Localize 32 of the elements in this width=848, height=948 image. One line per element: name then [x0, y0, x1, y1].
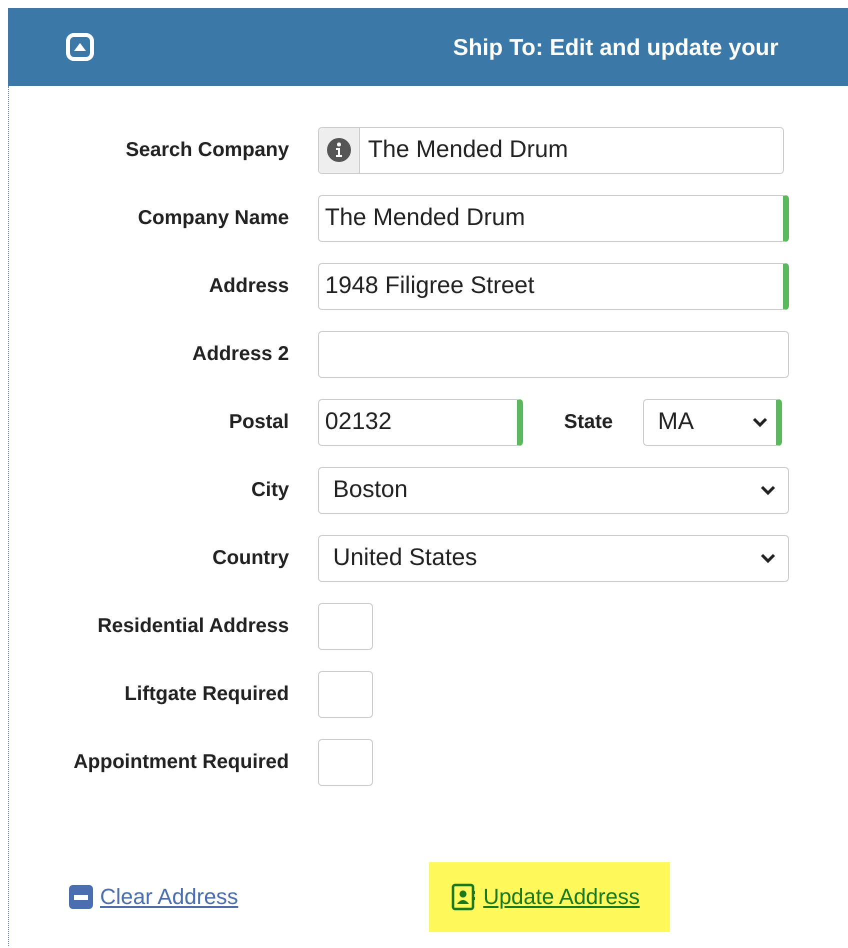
collapse-icon[interactable] [65, 32, 95, 62]
field-label: Company Name [136, 206, 289, 230]
field-label: State [564, 410, 613, 434]
field-label: Address 2 [191, 342, 289, 366]
link[interactable]: Update Address [429, 862, 670, 932]
chevron-icon [752, 416, 768, 428]
checkbox[interactable] [318, 602, 373, 650]
checkbox[interactable] [318, 670, 373, 718]
input-field[interactable] [318, 330, 789, 378]
field-label: Liftgate Required [124, 682, 289, 706]
minus-icon [68, 884, 94, 910]
panel-title: Ship To: Edit and update your [453, 34, 778, 60]
contact-card-icon [451, 883, 478, 911]
chevron-icon [760, 484, 776, 496]
info-icon [326, 137, 352, 163]
input-field[interactable]: The Mended Drum [318, 194, 789, 242]
link[interactable]: Clear Address [68, 862, 244, 932]
field-label: City [250, 478, 289, 502]
field-label: Appointment Required [72, 750, 289, 774]
input-field[interactable]: 1948 Filigree Street [318, 262, 789, 310]
field-label: Country [211, 546, 289, 570]
input-field[interactable]: 02132 [318, 398, 523, 446]
field-label: Residential Address [96, 614, 289, 638]
dropdown[interactable]: Boston [318, 466, 789, 514]
field-label: Postal [228, 410, 289, 434]
field-label: Search Company [124, 138, 289, 162]
field-label: Address [208, 274, 289, 298]
dropdown[interactable]: MA [642, 398, 782, 446]
chevron-icon [760, 552, 776, 564]
checkbox[interactable] [318, 738, 373, 786]
search-field[interactable]: The Mended Drum [318, 126, 784, 174]
dropdown[interactable]: United States [318, 534, 789, 582]
